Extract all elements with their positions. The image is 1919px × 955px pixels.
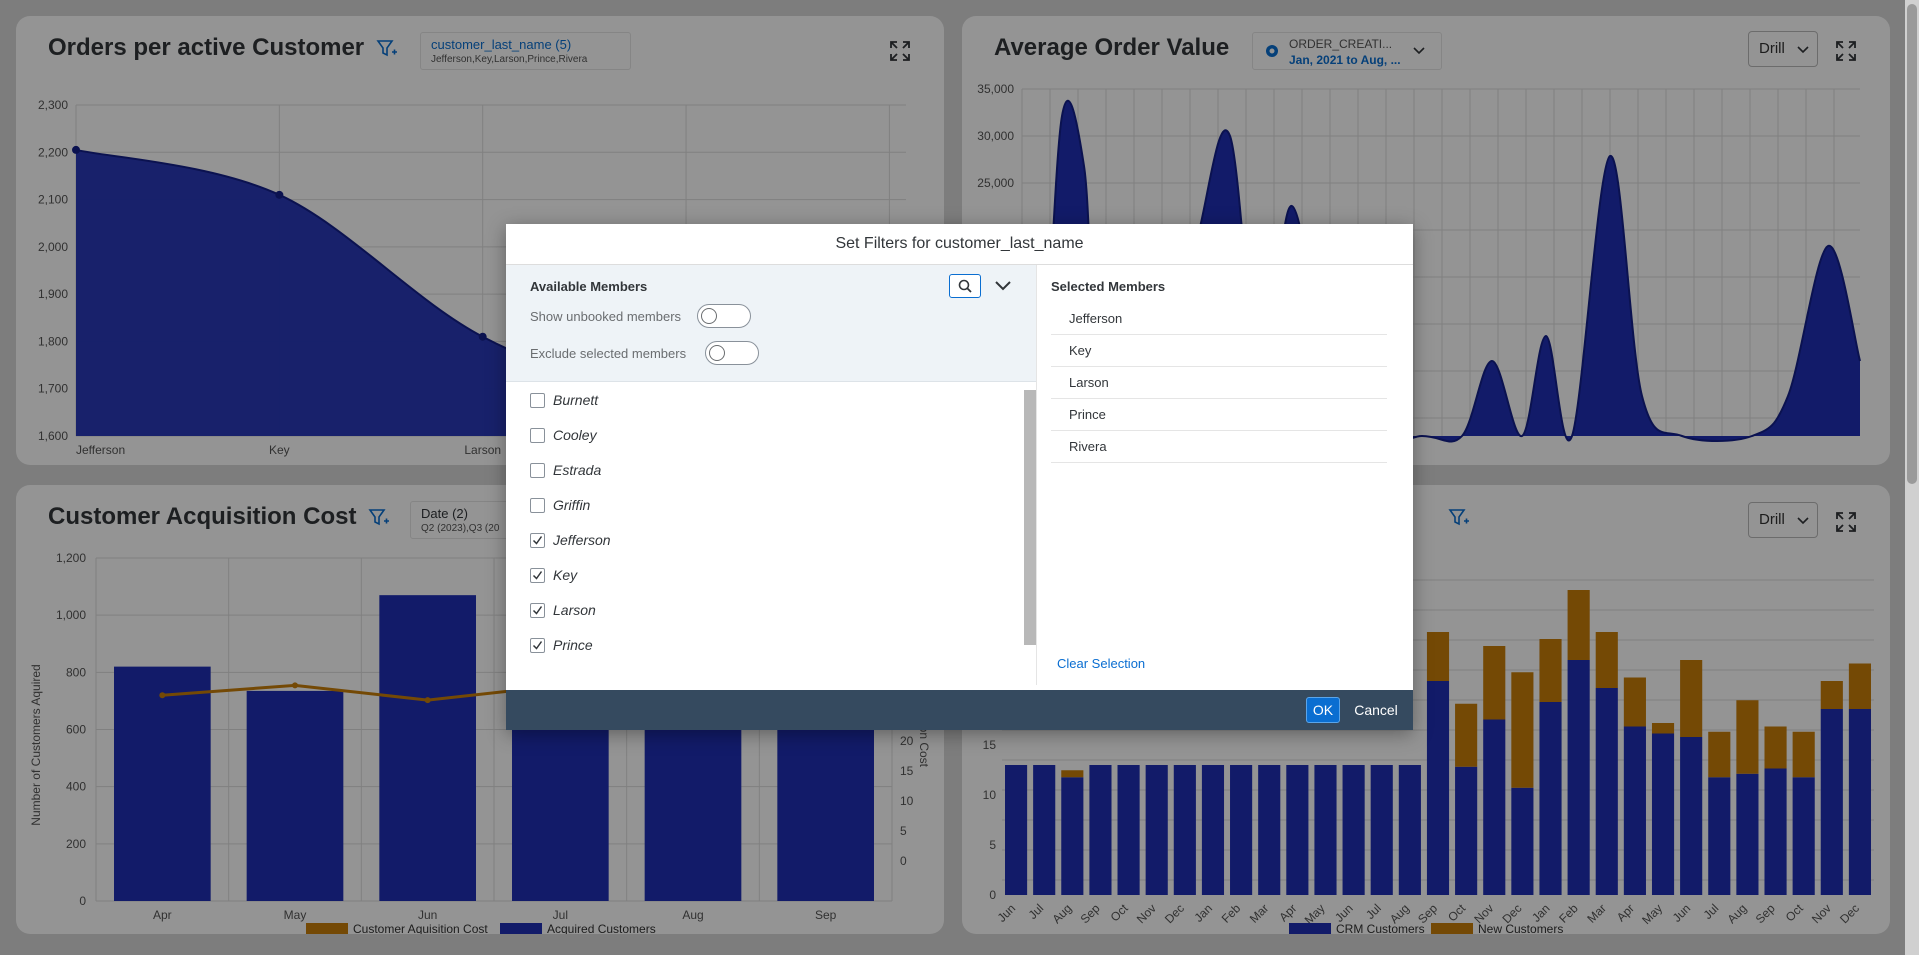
member-checkbox[interactable] [530, 393, 545, 408]
switch-knob [709, 345, 725, 361]
scrollbar-thumb[interactable] [1907, 4, 1917, 484]
member-checkbox[interactable] [530, 603, 545, 618]
set-filters-dialog: Set Filters for customer_last_name Avail… [506, 224, 1413, 730]
available-members-pane: Available Members Show unbooked members … [506, 265, 1036, 685]
member-label: Key [553, 567, 578, 583]
ok-button[interactable]: OK [1306, 697, 1340, 723]
member-label: Griffin [553, 497, 591, 513]
check-icon [532, 641, 543, 650]
member-checkbox[interactable] [530, 463, 545, 478]
chevron-down-icon[interactable] [992, 275, 1014, 297]
member-checkbox[interactable] [530, 568, 545, 583]
selected-member-label: Jefferson [1069, 311, 1123, 326]
switch-knob [701, 308, 717, 324]
member-label: Prince [553, 637, 593, 653]
selected-member-item[interactable]: Jefferson [1051, 303, 1387, 335]
member-list: Burnett Cooley Estrada Griffin Jefferson Key L… [506, 390, 1036, 680]
member-checkbox[interactable] [530, 498, 545, 513]
selected-member-label: Prince [1069, 407, 1106, 422]
available-members-header: Available Members Show unbooked members … [506, 265, 1036, 382]
show-unbooked-label: Show unbooked members [530, 309, 682, 324]
selected-member-item[interactable]: Rivera [1051, 431, 1387, 463]
dialog-footer: OK Cancel [506, 690, 1413, 730]
exclude-selected-switch[interactable] [705, 341, 759, 365]
search-icon [958, 279, 972, 293]
member-list-scrollbar[interactable] [1024, 390, 1036, 645]
search-button[interactable] [949, 274, 981, 298]
selected-member-label: Larson [1069, 375, 1109, 390]
selected-members-label: Selected Members [1051, 279, 1166, 294]
check-icon [532, 606, 543, 615]
member-label: Cooley [553, 427, 597, 443]
member-checkbox[interactable] [530, 428, 545, 443]
page-scrollbar[interactable] [1905, 0, 1919, 955]
member-checkbox[interactable] [530, 533, 545, 548]
cancel-button[interactable]: Cancel [1348, 697, 1404, 723]
member-label: Larson [553, 602, 596, 618]
selected-member-item[interactable]: Prince [1051, 399, 1387, 431]
member-label: Burnett [553, 392, 599, 408]
available-members-label: Available Members [530, 279, 648, 294]
check-icon [532, 536, 543, 545]
selected-member-item[interactable]: Key [1051, 335, 1387, 367]
dialog-title: Set Filters for customer_last_name [506, 224, 1413, 265]
member-label: Jefferson [553, 532, 611, 548]
clear-selection-link[interactable]: Clear Selection [1057, 656, 1145, 671]
exclude-selected-label: Exclude selected members [530, 346, 687, 361]
show-unbooked-switch[interactable] [697, 304, 751, 328]
check-icon [532, 571, 543, 580]
member-checkbox[interactable] [530, 638, 545, 653]
selected-member-label: Rivera [1069, 439, 1107, 454]
selected-member-item[interactable]: Larson [1051, 367, 1387, 399]
member-label: Estrada [553, 462, 602, 478]
selected-member-label: Key [1069, 343, 1092, 358]
selected-members-pane: Selected Members Jefferson Key Larson Princ… [1037, 265, 1413, 685]
